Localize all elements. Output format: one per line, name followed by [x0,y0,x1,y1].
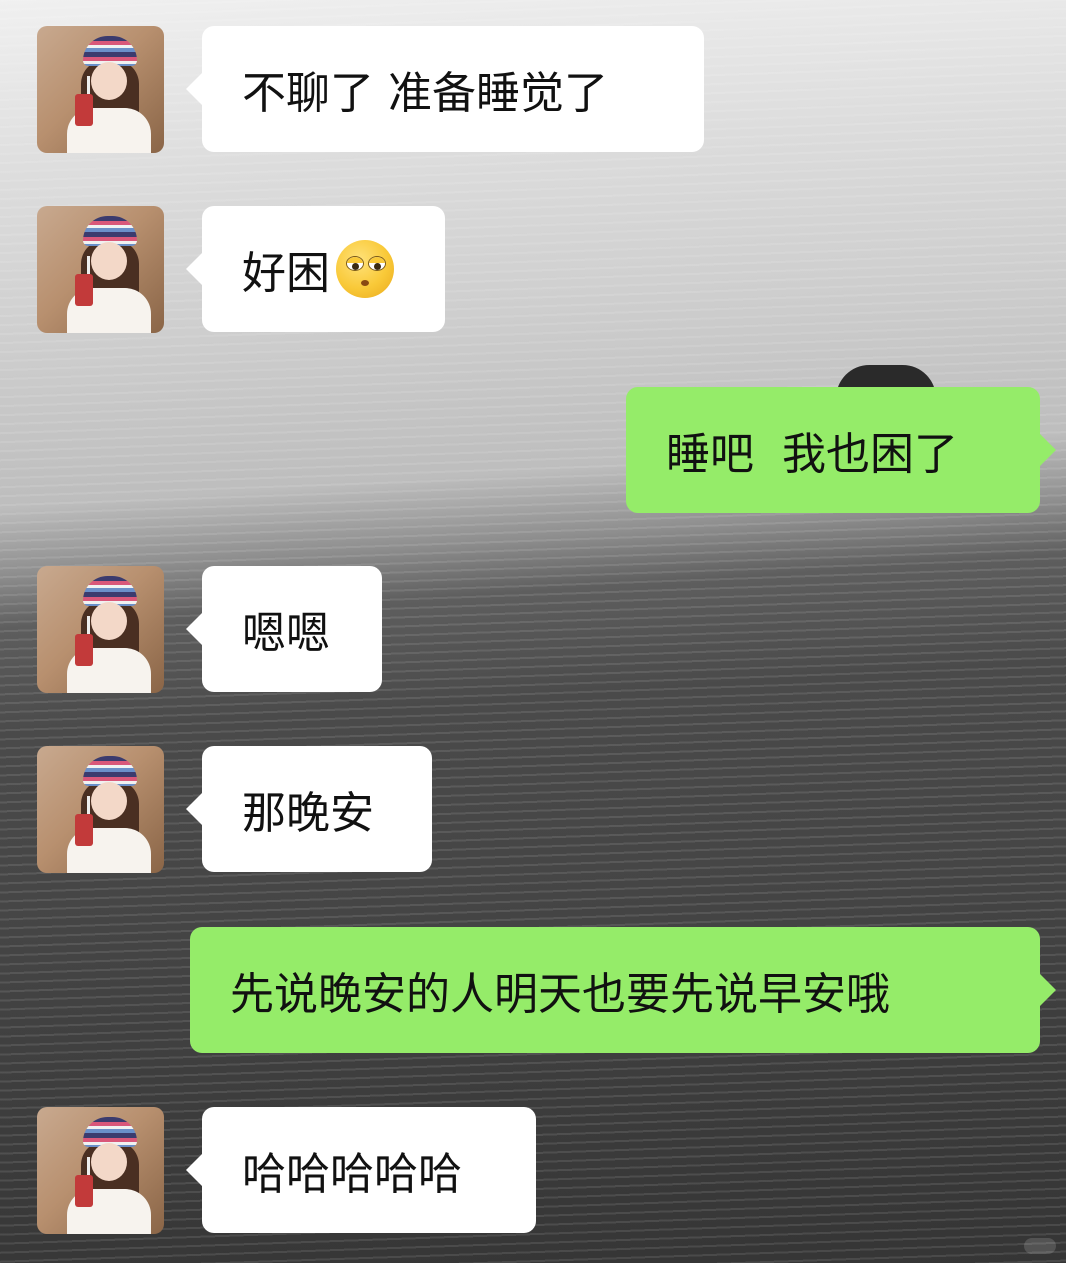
contact-avatar[interactable] [37,566,164,693]
emoji-right-eye [368,256,386,271]
avatar-face [91,242,127,280]
avatar-face [91,782,127,820]
emoji-left-eye [346,256,364,271]
message-bubble-incoming[interactable]: 嗯嗯 [186,566,382,692]
contact-avatar[interactable] [37,746,164,873]
message-text: 先说晚安的人明天也要先说早安哦 [230,969,890,1020]
avatar-drink [75,94,93,126]
message-text: 嗯嗯 [242,608,330,659]
message-bubble-outgoing[interactable]: 先说晚安的人明天也要先说早安哦 [190,927,1056,1053]
avatar-drink [75,814,93,846]
watermark-badge [1024,1238,1056,1254]
contact-avatar[interactable] [37,1107,164,1234]
message-text: 那晚安 [242,788,374,839]
rolling-eyes-emoji-icon [336,240,394,298]
contact-avatar[interactable] [37,206,164,333]
emoji-mouth [361,280,369,286]
avatar-face [91,62,127,100]
message-bubble-incoming[interactable]: 那晚安 [186,746,432,872]
message-bubble-outgoing[interactable]: 睡吧 我也困了 [626,387,1056,513]
message-bubble-incoming[interactable]: 不聊了 准备睡觉了 [186,26,704,152]
avatar-face [91,1143,127,1181]
message-bubble-incoming[interactable]: 哈哈哈哈哈 [186,1107,536,1233]
avatar-face [91,602,127,640]
message-text: 好困 [242,248,330,299]
avatar-drink [75,274,93,306]
contact-avatar[interactable] [37,26,164,153]
message-bubble-incoming[interactable]: 好困 [186,206,445,332]
message-text: 不聊了 准备睡觉了 [242,68,608,119]
avatar-drink [75,1175,93,1207]
avatar-drink [75,634,93,666]
message-text: 哈哈哈哈哈 [242,1149,462,1200]
message-text: 睡吧 我也困了 [666,429,958,480]
